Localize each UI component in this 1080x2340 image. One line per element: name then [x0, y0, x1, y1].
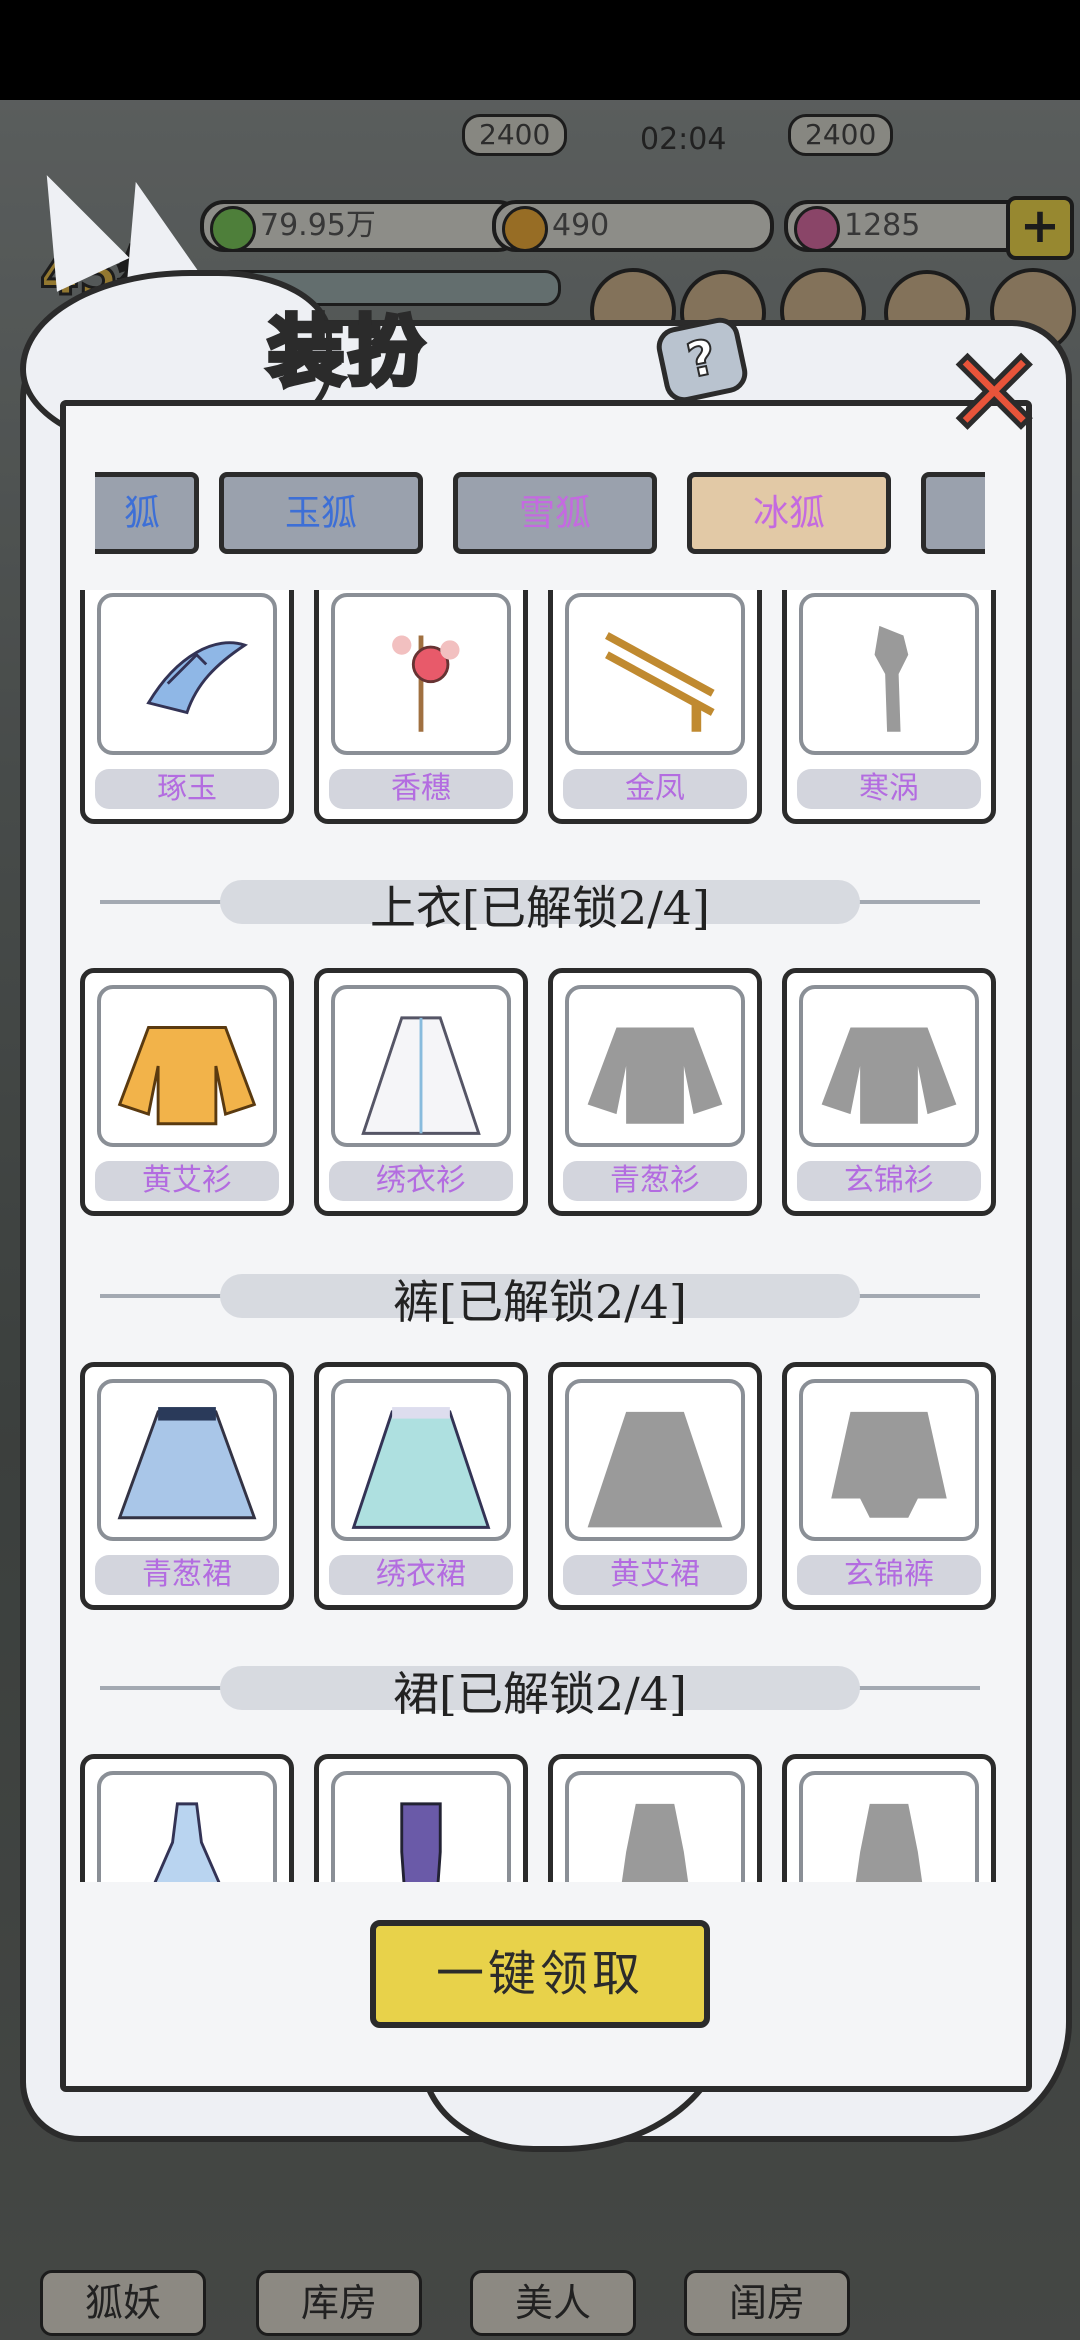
- costume-item-card[interactable]: 黄艾裙: [548, 1362, 762, 1610]
- item-image-frame: [331, 1379, 511, 1541]
- item-image-frame: [799, 985, 979, 1147]
- blue-skirt-icon: [117, 1407, 257, 1520]
- popup-title: 装扮: [266, 305, 428, 399]
- costume-item-card[interactable]: 青葱裙: [80, 1362, 294, 1610]
- section-title: 裤[已解锁2/4]: [393, 1275, 687, 1329]
- gold-hairpin-icon: [605, 632, 715, 732]
- costume-item-card[interactable]: 黄艾衫: [80, 968, 294, 1216]
- item-image-frame: [331, 985, 511, 1147]
- fox-tab-bar: 狐 玉狐 雪狐 冰狐: [95, 468, 985, 564]
- costume-item-card[interactable]: 绣衣衫: [314, 968, 528, 1216]
- blue-dress-icon: [153, 1802, 221, 1882]
- section-title: 裙[已解锁2/4]: [393, 1667, 687, 1721]
- locked-top-silhouette-icon: [587, 1027, 723, 1124]
- item-image-frame: [799, 1771, 979, 1882]
- item-image-frame: [565, 985, 745, 1147]
- costume-item-card[interactable]: [782, 1754, 996, 1882]
- tab-snow-fox[interactable]: 雪狐: [453, 472, 657, 554]
- locked-dress-silhouette-icon: [855, 1803, 923, 1882]
- tab-jade-fox[interactable]: 玉狐: [219, 472, 423, 554]
- costume-item-card[interactable]: 香穗: [314, 590, 528, 824]
- section-header: 裤[已解锁2/4]: [80, 1260, 1000, 1330]
- locked-pants-silhouette-icon: [831, 1411, 947, 1518]
- flower-hairpin-icon: [392, 635, 460, 732]
- locked-dress-silhouette-icon: [621, 1803, 689, 1882]
- tab-ice-fox[interactable]: 冰狐: [687, 472, 891, 554]
- tab-label: 玉狐: [284, 493, 357, 534]
- item-name: 黄艾衫: [95, 1161, 279, 1201]
- item-image-frame: [331, 593, 511, 755]
- costume-item-card[interactable]: [314, 1754, 528, 1882]
- costume-item-card[interactable]: 玄锦衫: [782, 968, 996, 1216]
- section-header: 上衣[已解锁2/4]: [80, 866, 1000, 936]
- item-name: 琢玉: [95, 769, 279, 809]
- costume-item-card[interactable]: 金凤: [548, 590, 762, 824]
- item-image-frame: [565, 593, 745, 755]
- blue-feather-hairpin-icon: [146, 641, 249, 715]
- item-name: 黄艾裙: [563, 1555, 747, 1595]
- locked-top-silhouette-icon: [821, 1027, 957, 1124]
- item-image-frame: [799, 593, 979, 755]
- purple-dress-icon: [400, 1802, 442, 1882]
- tab-label: 狐: [123, 493, 160, 534]
- claim-all-button[interactable]: 一键领取: [370, 1920, 710, 2028]
- tab-next[interactable]: [921, 472, 985, 554]
- costume-item-card[interactable]: 玄锦裤: [782, 1362, 996, 1610]
- tab-fox[interactable]: 狐: [95, 472, 199, 554]
- costume-item-card[interactable]: 绣衣裙: [314, 1362, 528, 1610]
- item-image-frame: [799, 1379, 979, 1541]
- teal-skirt-icon: [351, 1407, 491, 1529]
- item-name: 绣衣裙: [329, 1555, 513, 1595]
- costume-item-card[interactable]: [548, 1754, 762, 1882]
- item-image-frame: [565, 1379, 745, 1541]
- costume-item-card[interactable]: 琢玉: [80, 590, 294, 824]
- item-name: 玄锦衫: [797, 1161, 981, 1201]
- item-name: 青葱衫: [563, 1161, 747, 1201]
- tab-label: 雪狐: [518, 493, 591, 534]
- item-image-frame: [331, 1771, 511, 1882]
- item-image-frame: [97, 1379, 277, 1541]
- costume-item-card[interactable]: 青葱衫: [548, 968, 762, 1216]
- item-name: 玄锦裤: [797, 1555, 981, 1595]
- section-title: 上衣[已解锁2/4]: [370, 881, 710, 935]
- close-button[interactable]: ✕: [942, 332, 1048, 457]
- costume-item-card[interactable]: [80, 1754, 294, 1882]
- locked-hairpin-silhouette-icon: [874, 625, 909, 732]
- yellow-top-icon: [117, 1026, 257, 1126]
- locked-skirt-silhouette-icon: [587, 1411, 723, 1528]
- white-robe-icon: [361, 1016, 481, 1135]
- item-image-frame: [97, 985, 277, 1147]
- item-name: 绣衣衫: [329, 1161, 513, 1201]
- item-name: 青葱裙: [95, 1555, 279, 1595]
- item-image-frame: [97, 1771, 277, 1882]
- costume-item-card[interactable]: 寒涡: [782, 590, 996, 824]
- item-name: 金凤: [563, 769, 747, 809]
- tab-label: 冰狐: [752, 493, 825, 534]
- item-name: 香穗: [329, 769, 513, 809]
- item-image-frame: [565, 1771, 745, 1882]
- item-name: 寒涡: [797, 769, 981, 809]
- item-image-frame: [97, 593, 277, 755]
- item-list[interactable]: 琢玉 香穗 金凤 寒涡上衣[已解锁2/4] 黄艾衫 绣衣衫 青葱衫 玄锦衫裤[已解锁2/4] 青…: [80, 590, 1000, 1882]
- section-header: 裙[已解锁2/4]: [80, 1652, 1000, 1722]
